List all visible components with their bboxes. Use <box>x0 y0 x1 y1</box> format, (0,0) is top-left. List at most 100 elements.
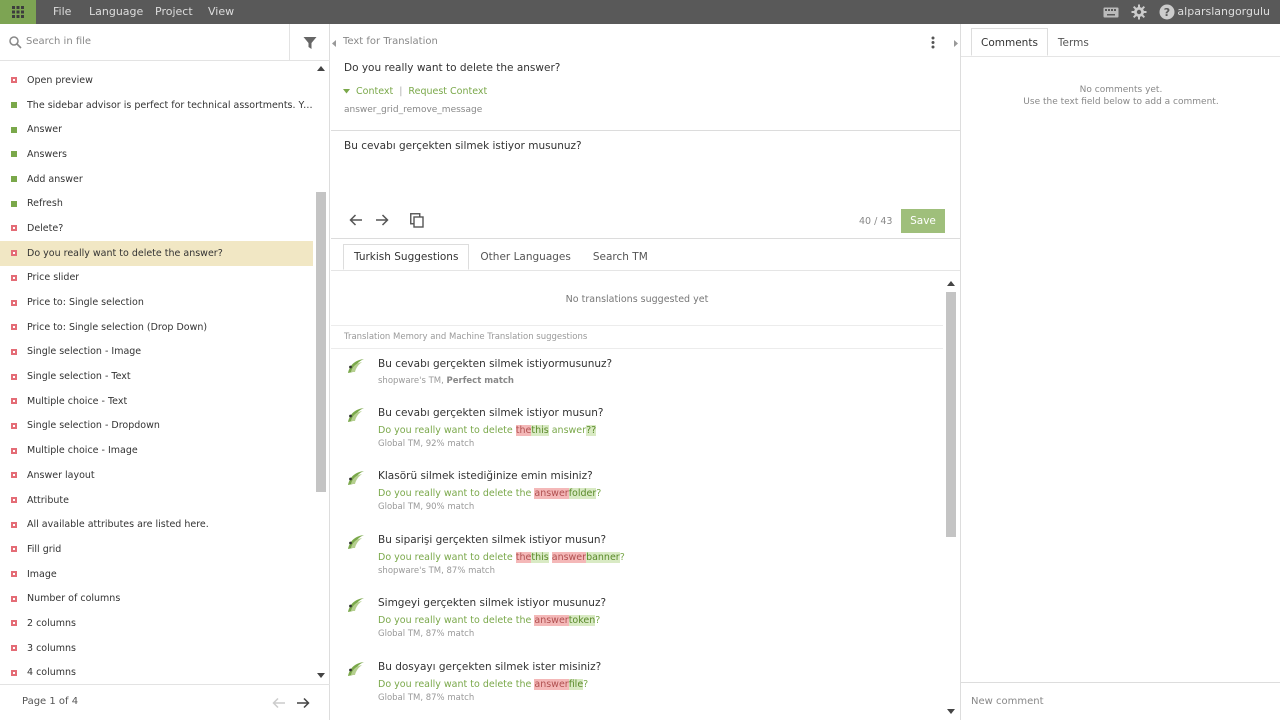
settings-button[interactable] <box>1131 0 1147 24</box>
arrow-left-icon[interactable] <box>349 213 363 227</box>
scroll-down-arrow[interactable] <box>317 673 325 678</box>
filter-button[interactable] <box>289 24 330 61</box>
copy-source-icon[interactable] <box>410 213 424 228</box>
tm-suggestion[interactable]: Bu cevabı gerçekten silmek istiyormusunu… <box>347 358 937 408</box>
list-item[interactable]: Refresh <box>0 191 313 216</box>
tab-terms[interactable]: Terms <box>1048 28 1099 56</box>
source-text: Do you really want to delete the answer? <box>344 62 561 74</box>
collapse-left-icon[interactable] <box>332 40 337 47</box>
diff-inserted: file <box>568 679 584 690</box>
request-context-link[interactable]: Request Context <box>408 86 487 97</box>
menu-language[interactable]: Language <box>89 5 143 18</box>
save-button[interactable]: Save <box>901 209 945 233</box>
keyboard-button[interactable] <box>1103 0 1119 24</box>
user-menu[interactable]: alparslangorgulu <box>1177 5 1270 18</box>
list-item-label: Refresh <box>27 198 63 210</box>
list-item-label: Answers <box>27 148 67 160</box>
apps-grid-button[interactable] <box>0 0 36 24</box>
untranslated-status-icon <box>11 225 17 232</box>
help-button[interactable]: ? <box>1159 0 1175 24</box>
tm-suggestion[interactable]: Simgeyi gerçekten silmek istiyor musunuz… <box>347 597 937 647</box>
divider <box>961 56 1280 57</box>
suggestions-scroll-thumb[interactable] <box>946 292 956 537</box>
list-item[interactable]: Attribute <box>0 488 313 513</box>
prev-page-icon[interactable] <box>272 697 286 709</box>
next-page-icon[interactable] <box>296 697 310 709</box>
menu-project[interactable]: Project <box>155 5 193 18</box>
list-item[interactable]: Answer layout <box>0 463 313 488</box>
tab-turkish-suggestions[interactable]: Turkish Suggestions <box>343 244 470 270</box>
list-item[interactable]: Single selection - Text <box>0 364 313 389</box>
tab-other-languages[interactable]: Other Languages <box>469 244 581 270</box>
more-vert-icon[interactable] <box>931 36 935 49</box>
list-item[interactable]: 2 columns <box>0 611 313 636</box>
scroll-down-arrow[interactable] <box>947 709 955 714</box>
list-item-label: Number of columns <box>27 593 121 605</box>
diff-deleted: answer <box>551 552 587 563</box>
tm-logo-icon <box>347 534 365 550</box>
tab-search-tm[interactable]: Search TM <box>582 244 659 270</box>
list-item[interactable]: Image <box>0 562 313 587</box>
right-tabs: Comments Terms <box>971 28 1099 56</box>
list-item[interactable]: Multiple choice - Image <box>0 438 313 463</box>
list-item[interactable]: Price slider <box>0 266 313 291</box>
untranslated-status-icon <box>11 595 17 602</box>
translation-input[interactable]: Bu cevabı gerçekten silmek istiyor musun… <box>344 140 582 152</box>
list-item[interactable]: Open preview <box>0 68 313 93</box>
search-input[interactable]: Search in file <box>26 36 91 47</box>
diff-inserted: token <box>568 615 596 626</box>
filter-icon <box>303 36 317 49</box>
suggestion-meta: shopware's TM, Perfect match <box>378 376 514 386</box>
context-toggle[interactable]: Context <box>356 86 393 97</box>
tm-suggestion[interactable]: Klasörü silmek istediğinize emin misiniz… <box>347 470 937 520</box>
list-item-label: 2 columns <box>27 617 76 629</box>
gear-icon <box>1131 4 1147 20</box>
string-key: answer_grid_remove_message <box>344 105 483 115</box>
new-comment-input[interactable]: New comment <box>971 696 1044 707</box>
tm-suggestion[interactable]: Bu cevabı gerçekten silmek istiyor musun… <box>347 407 937 457</box>
tm-section-header: Translation Memory and Machine Translati… <box>344 332 588 342</box>
list-item[interactable]: Multiple choice - Text <box>0 389 313 414</box>
menu-file[interactable]: File <box>53 5 71 18</box>
arrow-right-icon[interactable] <box>375 213 389 227</box>
list-item[interactable]: All available attributes are listed here… <box>0 512 313 537</box>
suggestion-meta: Global TM, 92% match <box>378 439 475 449</box>
suggestions-scrollbar[interactable] <box>945 277 957 720</box>
list-item[interactable]: The sidebar advisor is perfect for techn… <box>0 93 313 118</box>
list-item-label: Multiple choice - Text <box>27 395 128 407</box>
translated-status-icon <box>11 176 17 183</box>
list-item[interactable]: Answers <box>0 142 313 167</box>
string-list-panel: Search in file Open preview The sidebar a… <box>0 24 330 720</box>
collapse-right-icon[interactable] <box>953 40 958 47</box>
divider <box>331 238 960 239</box>
tm-suggestion[interactable]: Bu dosyayı gerçekten silmek ister misini… <box>347 661 937 711</box>
tab-comments[interactable]: Comments <box>971 28 1048 56</box>
tm-suggestion[interactable]: Bu siparişi gerçekten silmek istiyor mus… <box>347 534 937 584</box>
list-item[interactable]: Answer <box>0 117 313 142</box>
list-item[interactable]: Price to: Single selection (Drop Down) <box>0 315 313 340</box>
list-scroll-thumb[interactable] <box>316 192 326 492</box>
list-item[interactable]: Do you really want to delete the answer? <box>0 240 313 266</box>
list-item[interactable]: 4 columns <box>0 661 313 686</box>
list-item-label: Add answer <box>27 173 83 185</box>
scroll-up-arrow[interactable] <box>947 281 955 286</box>
suggestion-source-diff: Do you really want to delete thethis ans… <box>378 425 597 436</box>
list-item[interactable]: Single selection - Image <box>0 340 313 365</box>
list-item[interactable]: Fill grid <box>0 537 313 562</box>
diff-text: Do you really want to delete <box>378 425 516 436</box>
list-item-label: All available attributes are listed here… <box>27 519 209 531</box>
list-item[interactable]: Number of columns <box>0 586 313 611</box>
list-item[interactable]: Add answer <box>0 167 313 192</box>
list-item[interactable]: Delete? <box>0 216 313 241</box>
list-item[interactable]: Single selection - Dropdown <box>0 414 313 439</box>
list-scrollbar[interactable] <box>314 62 328 684</box>
top-bar: File Language Project View ? alparslango… <box>0 0 1280 24</box>
list-item[interactable]: Price to: Single selection <box>0 290 313 315</box>
diff-text: ? <box>596 488 602 499</box>
list-item-label: Image <box>27 568 57 580</box>
new-comment-field[interactable]: New comment <box>961 682 1280 720</box>
untranslated-status-icon <box>11 422 17 429</box>
menu-view[interactable]: View <box>208 5 234 18</box>
scroll-up-arrow[interactable] <box>317 66 325 71</box>
list-item[interactable]: 3 columns <box>0 636 313 661</box>
